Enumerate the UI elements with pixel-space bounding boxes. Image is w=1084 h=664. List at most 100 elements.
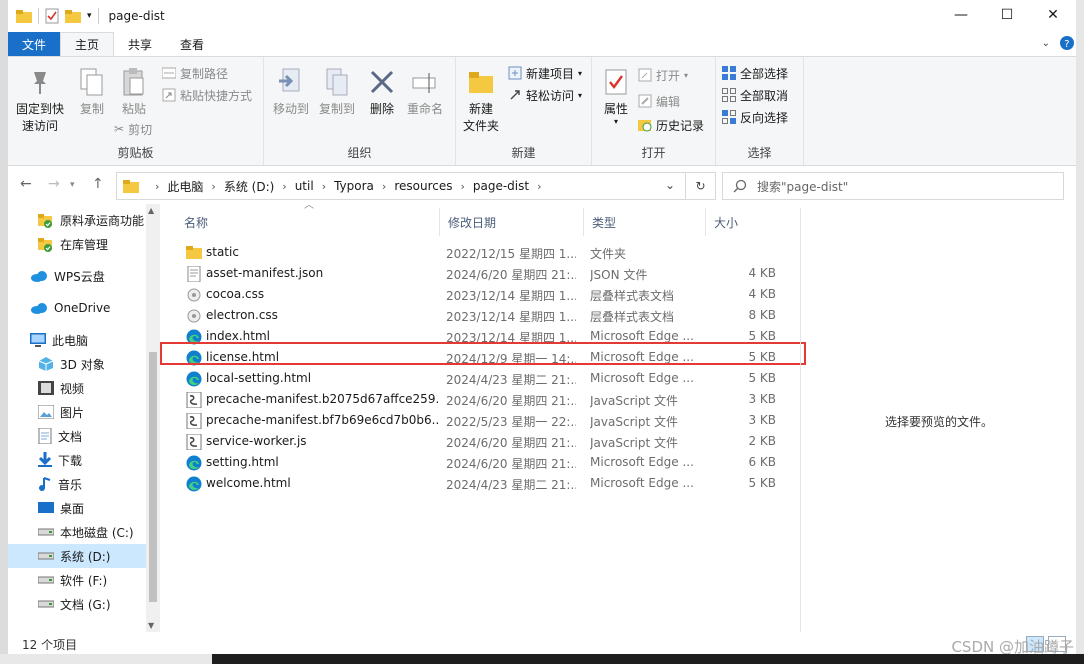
select-group: 全部选择 全部取消 反向选择 选择 [716,57,804,165]
new-group: 新建 文件夹 新建项目 ▾ 轻松访问 ▾ 新建 [456,57,592,165]
chevron-down-icon[interactable]: ⌄ [665,178,675,192]
nav-item[interactable]: 在库管理 [8,232,146,256]
file-row[interactable]: precache-manifest.bf7b69e6cd7b0b6... 2022… [176,410,800,431]
cut-button[interactable]: ✂ 剪切 [114,119,152,139]
tab-home[interactable]: 主页 [60,32,115,56]
search-box[interactable]: 搜索"page-dist" [722,172,1064,200]
breadcrumb-item[interactable]: resources [394,179,452,193]
nav-item[interactable]: 图片 [8,400,146,424]
nav-item[interactable]: 音乐 [8,472,146,496]
nav-item-label: WPS云盘 [54,269,105,284]
tab-file[interactable]: 文件 [8,32,61,56]
properties-button[interactable]: 属性 ▾ [598,65,634,126]
file-row[interactable]: asset-manifest.json 2024/6/20 星期四 21:... J… [176,263,800,284]
edit-label: 编辑 [656,94,681,109]
history-button[interactable]: 历史记录 [638,115,704,135]
nav-item[interactable]: 本地磁盘 (C:) [8,520,146,544]
recent-locations-icon[interactable]: ▾ [70,180,75,190]
up-arrow-icon[interactable]: ↑ [92,176,104,192]
file-row[interactable]: electron.css 2023/12/14 星期四 1... 层叠样式表文档 8 … [176,305,800,326]
taskbar-edge [0,654,1084,664]
breadcrumb-item[interactable]: 系统 (D:) [224,178,274,195]
nav-item[interactable]: 下载 [8,448,146,472]
nav-item[interactable]: WPS云盘 [8,264,146,288]
column-date[interactable]: 修改日期 [440,208,584,236]
column-type[interactable]: 类型 [584,208,706,236]
column-name[interactable]: 名称 [176,208,440,236]
pin-quick-access-button[interactable]: 固定到快 速访问 [12,65,68,135]
paste-button[interactable]: 粘贴 [114,65,154,118]
ribbon-tabs: 文件 主页 共享 查看 ⌄ ? [8,32,1076,56]
nav-item[interactable]: 桌面 [8,496,146,520]
nav-item[interactable]: 视频 [8,376,146,400]
nav-item[interactable]: 此电脑 [8,328,146,352]
nav-scrollbar[interactable]: ▲ ▼ [146,204,160,632]
search-input[interactable]: 搜索"page-dist" [757,178,848,195]
customize-quick-access-icon[interactable]: ▾ [87,11,92,21]
delete-button[interactable]: 删除 [364,65,400,118]
edit-button[interactable]: 编辑 [638,91,680,111]
breadcrumb-item[interactable]: page-dist [473,179,529,193]
file-row[interactable]: local-setting.html 2024/4/23 星期二 21:... Mi… [176,368,800,389]
paste-shortcut-button[interactable]: 粘贴快捷方式 [162,85,252,105]
properties-icon[interactable] [45,8,59,24]
nav-item[interactable]: 原料承运商功能 [8,208,146,232]
file-row[interactable]: welcome.html 2024/4/23 星期二 21:... Microsof… [176,473,800,494]
breadcrumb-item[interactable]: util [295,179,314,193]
minimize-button[interactable]: — [938,0,984,30]
scrollbar-thumb[interactable] [149,352,157,602]
new-folder-button[interactable]: 新建 文件夹 [458,65,504,135]
nav-item[interactable]: 文档 (G:) [8,592,146,616]
file-row[interactable]: static 2022/12/15 星期四 1... 文件夹 [176,242,800,263]
file-type: JSON 文件 [590,268,648,282]
invert-selection-button[interactable]: 反向选择 [722,107,788,127]
rename-button[interactable]: 重命名 [402,65,448,118]
nav-item[interactable]: 软件 (F:) [8,568,146,592]
address-bar[interactable]: › 此电脑 › 系统 (D:) › util › Typora › resour… [116,172,686,200]
nav-item[interactable]: 3D 对象 [8,352,146,376]
file-row[interactable]: cocoa.css 2023/12/14 星期四 1... 层叠样式表文档 4 KB [176,284,800,305]
chevron-down-icon[interactable]: ⌄ [1042,38,1050,49]
back-arrow-icon[interactable]: ← [20,176,32,192]
move-to-button[interactable]: 移动到 [268,65,314,118]
tab-view[interactable]: 查看 [166,32,218,56]
open-button[interactable]: 打开 ▾ [638,65,688,85]
computer-icon [30,333,46,347]
file-date: 2024/6/20 星期四 21:... [446,457,576,471]
scroll-down-icon[interactable]: ▼ [148,621,154,630]
copy-path-button[interactable]: 复制路径 [162,63,228,83]
tab-share[interactable]: 共享 [114,32,166,56]
copy-button[interactable]: 复制 [72,65,112,118]
nav-item[interactable]: 文档 [8,424,146,448]
file-row[interactable]: service-worker.js 2024/6/20 星期四 21:... Jav… [176,431,800,452]
new-item-button[interactable]: 新建项目 ▾ [508,63,582,83]
copy-to-icon [321,65,353,99]
file-row[interactable]: precache-manifest.b2075d67affce259... 202… [176,389,800,410]
nav-item[interactable]: OneDrive [8,296,146,320]
copy-to-button[interactable]: 复制到 [314,65,360,118]
paste-shortcut-icon [162,88,176,102]
divider [38,8,39,24]
nav-item[interactable]: 系统 (D:) [8,544,146,568]
easy-access-label: 轻松访问 [526,88,575,103]
breadcrumb-item[interactable]: Typora [334,179,374,193]
help-icon[interactable]: ? [1060,36,1074,50]
breadcrumb-item[interactable]: 此电脑 [167,178,203,195]
new-folder-icon[interactable] [65,9,81,23]
maximize-button[interactable]: ☐ [984,0,1030,30]
easy-access-button[interactable]: 轻松访问 ▾ [508,85,582,105]
forward-arrow-icon[interactable]: → [48,176,60,192]
nav-item-label: 软件 (F:) [60,573,108,588]
scroll-up-icon[interactable]: ▲ [148,206,154,215]
file-date: 2023/12/14 星期四 1... [446,310,576,324]
select-all-button[interactable]: 全部选择 [722,63,788,83]
drive-icon [38,551,54,561]
edit-icon [638,94,652,108]
select-none-button[interactable]: 全部取消 [722,85,788,105]
folder-icon[interactable] [16,9,32,23]
column-size[interactable]: 大小 [706,208,800,236]
breadcrumb-separator: › [537,179,542,193]
file-row[interactable]: setting.html 2024/6/20 星期四 21:... Microsof… [176,452,800,473]
close-button[interactable]: ✕ [1030,0,1076,30]
refresh-button[interactable]: ↻ [686,172,716,200]
